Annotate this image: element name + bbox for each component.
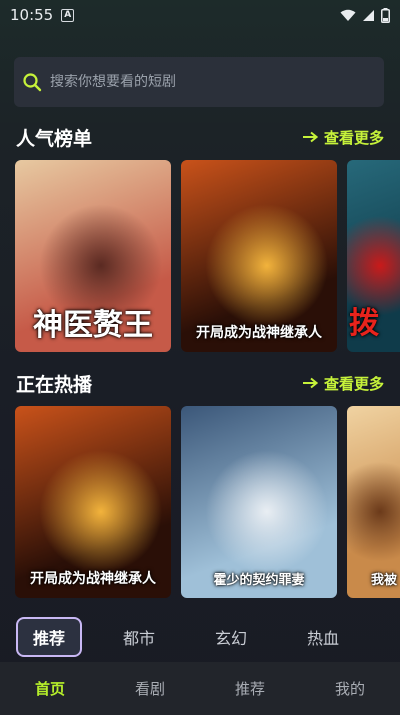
poster-title: 拨 — [349, 306, 379, 341]
poster-title: 我被 — [371, 573, 398, 588]
poster-title: 开局成为战神继承人 — [196, 324, 322, 341]
trending-more-label: 查看更多 — [323, 374, 384, 393]
popular-card-1[interactable]: 神医赘王 — [15, 160, 171, 352]
popular-card-2[interactable]: 开局成为战神继承人 — [181, 160, 337, 352]
popular-card-3[interactable]: 拨 — [347, 160, 400, 352]
nav-mine[interactable]: 我的 — [300, 678, 400, 699]
trending-card-row: 开局成为战神继承人 霍少的契约罪妻 我被 — [15, 406, 400, 598]
trending-section-header: 正在热播 查看更多 — [16, 369, 384, 397]
battery-icon — [381, 7, 390, 23]
poster-title: 开局成为战神继承人 — [30, 570, 156, 587]
category-tabs: 推荐 都市 玄幻 热血 — [14, 617, 400, 657]
arrow-right-icon — [302, 131, 318, 143]
status-bar: 10:55 A — [0, 0, 400, 30]
trending-more-link[interactable]: 查看更多 — [302, 373, 384, 394]
search-input[interactable] — [50, 74, 384, 90]
signal-icon — [363, 9, 374, 21]
wifi-icon — [340, 9, 356, 21]
trending-card-2[interactable]: 霍少的契约罪妻 — [181, 406, 337, 598]
trending-card-1[interactable]: 开局成为战神继承人 — [15, 406, 171, 598]
category-tab-city[interactable]: 都市 — [106, 617, 172, 657]
category-tab-hotblood[interactable]: 热血 — [290, 617, 356, 657]
search-icon — [23, 73, 42, 92]
category-tab-recommend[interactable]: 推荐 — [16, 617, 82, 657]
popular-section-title: 人气榜单 — [16, 127, 93, 150]
popular-more-link[interactable]: 查看更多 — [302, 127, 384, 148]
poster-title: 霍少的契约罪妻 — [213, 573, 305, 588]
bottom-nav: 首页 看剧 推荐 我的 — [0, 662, 400, 715]
nav-recommend[interactable]: 推荐 — [200, 678, 300, 699]
poster-title: 神医赘王 — [33, 308, 153, 343]
popular-more-label: 查看更多 — [323, 128, 384, 147]
trending-card-3[interactable]: 我被 — [347, 406, 400, 598]
nav-watch[interactable]: 看剧 — [100, 678, 200, 699]
arrow-right-icon — [302, 377, 318, 389]
popular-card-row: 神医赘王 开局成为战神继承人 拨 — [15, 160, 400, 352]
status-time: 10:55 — [10, 6, 54, 24]
trending-section-title: 正在热播 — [16, 373, 93, 396]
nav-home[interactable]: 首页 — [0, 678, 100, 699]
category-tab-fantasy[interactable]: 玄幻 — [198, 617, 264, 657]
status-icons — [340, 7, 390, 23]
popular-section-header: 人气榜单 查看更多 — [16, 123, 384, 151]
notification-a-icon: A — [61, 8, 75, 22]
search-bar[interactable] — [14, 57, 384, 107]
